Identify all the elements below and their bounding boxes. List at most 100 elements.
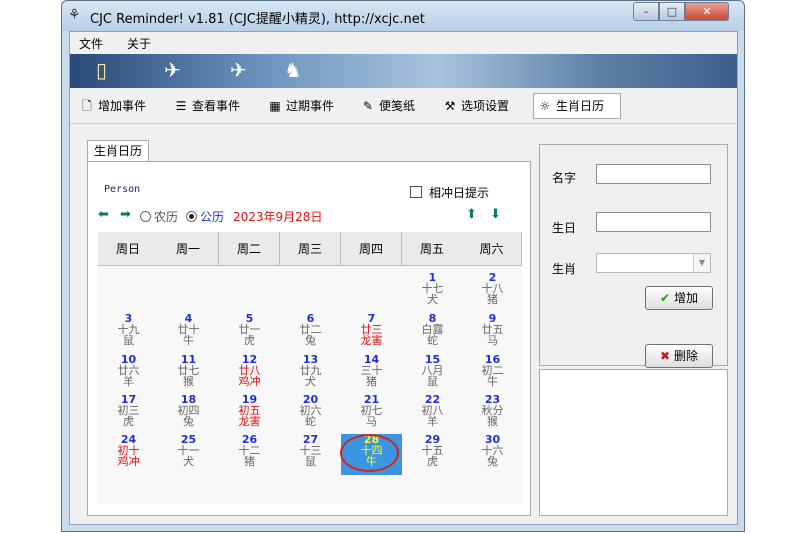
- calendar-day-selected[interactable]: 28 十四牛: [340, 434, 402, 475]
- arrow-left-icon[interactable]: ⬅: [98, 207, 109, 222]
- dove-icon[interactable]: ✈: [164, 58, 181, 82]
- zodiac-animal: 马: [487, 334, 498, 347]
- tab-zodiac-calendar[interactable]: 生肖日历: [87, 140, 150, 162]
- calendar-day[interactable]: 2 十八猪: [462, 272, 523, 313]
- minimize-button[interactable]: –: [633, 2, 659, 21]
- calendar-grid: 周日 周一 周二 周三 周四 周五 周六 1 十七犬 2 十八猪 3 十九鼠 4 廿十牛 5 廿一虎 6 廿二兔 7 廿…: [98, 232, 522, 504]
- expired-events-label: 过期事件: [286, 99, 335, 113]
- calendar-day[interactable]: 25 十一犬: [158, 434, 219, 475]
- calendar-day[interactable]: 5 廿一虎: [219, 313, 280, 354]
- solar-radio[interactable]: 公历: [186, 208, 224, 225]
- calendar-day[interactable]: 20 初六蛇: [280, 394, 341, 435]
- zodiac-animal: 鼠: [305, 455, 316, 468]
- selected-day-ring: [340, 434, 399, 472]
- list-icon: ☰: [175, 99, 187, 113]
- arrow-up-icon[interactable]: ⬆: [466, 207, 477, 222]
- zodiac-calendar-button[interactable]: ☼ 生肖日历: [533, 93, 621, 119]
- checkbox-box[interactable]: [410, 186, 422, 198]
- weekday-header: 周一: [158, 232, 219, 266]
- calendar-day[interactable]: 26 十二猪: [219, 434, 280, 475]
- calendar-day[interactable]: 27 十三鼠: [280, 434, 341, 475]
- view-events-button[interactable]: ☰ 查看事件: [174, 93, 240, 119]
- calendar-day[interactable]: 9 廿五马: [462, 313, 523, 354]
- chevron-down-icon[interactable]: ▼: [693, 254, 710, 272]
- delete-button[interactable]: ✖ 删除: [645, 344, 713, 368]
- notes-button[interactable]: ✎ 便笺纸: [361, 93, 415, 119]
- zodiac-animal: 龙害: [238, 415, 261, 428]
- zodiac-animal: 蛇: [305, 415, 316, 428]
- calendar-day[interactable]: 17 初三虎: [98, 394, 159, 435]
- arrow-down-icon[interactable]: ⬇: [490, 207, 501, 222]
- calendar-day[interactable]: 19 初五 龙害: [219, 394, 280, 435]
- zodiac-animal: 兔: [183, 415, 194, 428]
- pen-icon: ✎: [362, 99, 374, 113]
- menu-file[interactable]: 文件: [79, 35, 103, 52]
- zodiac-animal: 鸡冲: [238, 375, 261, 388]
- toolbar: 🗋 增加事件 ☰ 查看事件 ▦ 过期事件 ✎ 便笺纸 ⚒ 选项设置 ☼ 生肖日历: [70, 89, 737, 124]
- weekday-header: 周四: [341, 232, 402, 266]
- window-title: CJC Reminder! v1.81 (CJC提醒小精灵), http://x…: [90, 12, 425, 27]
- calendar-icon: ▦: [269, 99, 281, 113]
- calendar-day[interactable]: 24 初十 鸡冲: [98, 434, 159, 475]
- calendar-day[interactable]: 6 廿二兔: [280, 313, 341, 354]
- name-input[interactable]: [596, 164, 711, 184]
- zodiac-animal: 猴: [183, 375, 194, 388]
- title-bar[interactable]: ⚘ CJC Reminder! v1.81 (CJC提醒小精灵), http:/…: [62, 1, 744, 31]
- x-icon: ✖: [659, 349, 671, 363]
- lunar-radio[interactable]: 农历: [140, 208, 178, 225]
- person-form: 名字 生日 生肖 ▼ ✔ 增加 ✖ 删除: [539, 144, 728, 368]
- calendar-day[interactable]: 13 廿九犬: [280, 354, 341, 395]
- birthday-label: 生日: [552, 221, 577, 235]
- new-page-icon: 🗋: [82, 99, 92, 113]
- zodiac-animal: 鼠: [123, 334, 134, 347]
- calendar-day[interactable]: 15 八月鼠: [402, 354, 463, 395]
- notes-label: 便笺纸: [379, 99, 416, 113]
- bird-icon: ⚘: [68, 7, 81, 23]
- notes-area[interactable]: [539, 369, 728, 516]
- calendar-day[interactable]: 10 廿六羊: [98, 354, 159, 395]
- calendar-tab-body: Person 相冲日提示 ⬅ ➡ 农历 公历 2023年9月28日 ⬆ ⬇ 周日…: [87, 161, 531, 516]
- radio-circle[interactable]: [140, 211, 151, 222]
- lunar-label: 农历: [154, 210, 179, 224]
- dove-icon[interactable]: ✈: [230, 58, 247, 82]
- person-label: Person: [104, 184, 141, 195]
- zodiac-animal: 虎: [123, 415, 134, 428]
- calendar-day[interactable]: 14 三十猪: [341, 354, 402, 395]
- weekday-header: 周六: [462, 232, 522, 266]
- calendar-day[interactable]: 23 秋分猴: [462, 394, 523, 435]
- calendar-day[interactable]: 22 初八羊: [402, 394, 463, 435]
- calendar-day[interactable]: 12 廿八 鸡冲: [219, 354, 280, 395]
- zodiac-calendar-label: 生肖日历: [556, 99, 605, 113]
- calendar-day[interactable]: 8 白露蛇: [402, 313, 463, 354]
- add-event-button[interactable]: 🗋 增加事件: [80, 93, 146, 119]
- calendar-day[interactable]: 3 十九鼠: [98, 313, 159, 354]
- zodiac-animal: 兔: [487, 455, 498, 468]
- calendar-day[interactable]: 29 十五虎: [402, 434, 463, 475]
- calendar-day[interactable]: 11 廿七猴: [158, 354, 219, 395]
- horse-icon[interactable]: ♞: [284, 58, 302, 82]
- calendar-day[interactable]: 18 初四兔: [158, 394, 219, 435]
- expired-events-button[interactable]: ▦ 过期事件: [268, 93, 334, 119]
- calendar-day[interactable]: 30 十六兔: [462, 434, 523, 475]
- menu-bar: 文件 关于: [70, 32, 737, 52]
- options-button[interactable]: ⚒ 选项设置: [443, 93, 509, 119]
- close-button[interactable]: ✕: [685, 2, 729, 21]
- menu-about[interactable]: 关于: [127, 35, 151, 52]
- calendar-day[interactable]: 21 初七马: [341, 394, 402, 435]
- calendar-day[interactable]: 4 廿十牛: [158, 313, 219, 354]
- zodiac-animal: 牛: [487, 375, 498, 388]
- calendar-day[interactable]: 7 廿三 龙害: [341, 313, 402, 354]
- radio-circle-selected[interactable]: [186, 211, 197, 222]
- banner: ▯ ✈ ✈ ♞: [70, 54, 737, 88]
- zodiac-select[interactable]: ▼: [596, 253, 711, 273]
- calendar-day[interactable]: 16 初二牛: [462, 354, 523, 395]
- arrow-right-icon[interactable]: ➡: [120, 207, 131, 222]
- door-exit-icon[interactable]: ▯: [96, 58, 107, 82]
- sun-icon: ☼: [539, 99, 551, 113]
- maximize-button[interactable]: □: [659, 2, 685, 21]
- conflict-reminder-checkbox[interactable]: 相冲日提示: [410, 184, 489, 201]
- add-button[interactable]: ✔ 增加: [645, 286, 713, 310]
- birthday-input[interactable]: [596, 212, 711, 232]
- zodiac-animal: 犬: [183, 455, 194, 468]
- calendar-day[interactable]: 1 十七犬: [402, 272, 463, 313]
